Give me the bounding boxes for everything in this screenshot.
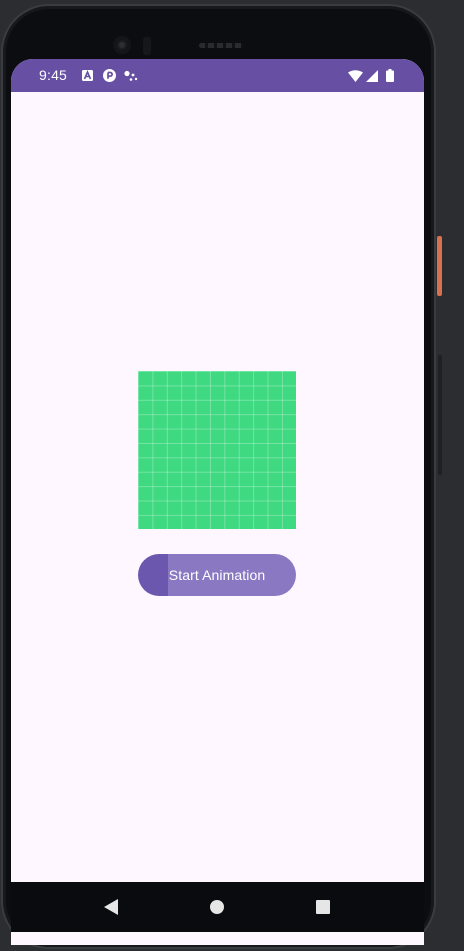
earpiece-speaker: [199, 43, 243, 48]
app-screen: 9:45 Start Animation: [11, 59, 424, 945]
status-bar: 9:45: [11, 59, 424, 92]
navigation-bar: [11, 882, 424, 932]
volume-rocker[interactable]: [438, 355, 442, 475]
power-button[interactable]: [437, 236, 442, 296]
battery-icon: [386, 69, 394, 82]
wifi-icon: [348, 69, 363, 82]
cell-signal-icon: [366, 69, 378, 82]
notification-dots-icon: [123, 69, 139, 82]
status-time: 9:45: [39, 67, 68, 83]
home-icon[interactable]: [210, 900, 224, 914]
animated-box: [138, 371, 296, 529]
proximity-sensor: [143, 37, 151, 55]
notification-p-icon: [102, 69, 116, 82]
recents-icon[interactable]: [316, 900, 330, 914]
start-animation-button[interactable]: Start Animation: [138, 554, 296, 596]
back-icon[interactable]: [103, 899, 119, 915]
notification-a-icon: [81, 69, 94, 82]
front-camera: [113, 36, 131, 54]
